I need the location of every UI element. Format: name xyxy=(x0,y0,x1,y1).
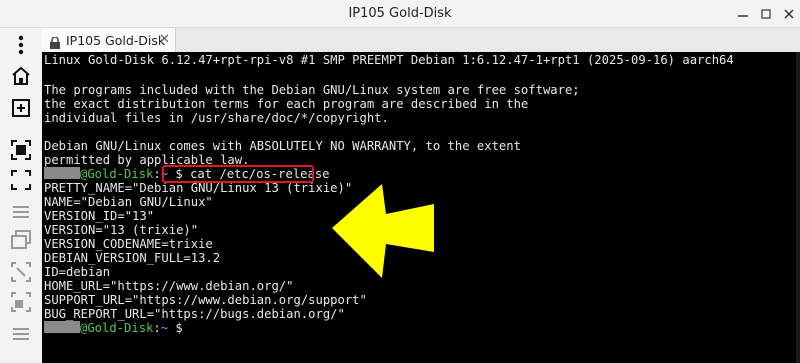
scrollbar[interactable] xyxy=(796,52,800,363)
output-line: VERSION_ID="13" xyxy=(44,209,155,223)
tab-label: IP105 Gold-Disk xyxy=(66,33,166,48)
terminal[interactable]: Linux Gold-Disk 6.12.47+rpt-rpi-v8 #1 SM… xyxy=(42,52,796,363)
tab-ip105-gold-disk[interactable]: IP105 Gold-Disk ✕ xyxy=(42,28,176,52)
output-line: DEBIAN_VERSION_FULL=13.2 xyxy=(44,251,221,265)
terminal-line: the exact distribution terms for each pr… xyxy=(44,97,529,111)
home-icon[interactable] xyxy=(9,64,33,88)
window-title: IP105 Gold-Disk xyxy=(348,6,452,21)
tab-close-icon[interactable]: ✕ xyxy=(159,32,170,47)
prompt-symbol: $ xyxy=(168,321,183,335)
redacted-username xyxy=(44,321,80,333)
title-bar: IP105 Gold-Disk xyxy=(0,0,800,28)
output-line: NAME="Debian GNU/Linux" xyxy=(44,195,213,209)
terminal-line: The programs included with the Debian GN… xyxy=(44,83,580,97)
output-line: VERSION_CODENAME=trixie xyxy=(44,237,213,251)
terminal-line: individual files in /usr/share/doc/*/cop… xyxy=(44,111,389,125)
prompt-host: @Gold-Disk xyxy=(80,321,154,335)
yellow-arrow-annotation xyxy=(332,184,434,278)
split-icon[interactable] xyxy=(9,260,33,284)
shrink-icon[interactable] xyxy=(9,290,33,314)
minimize-icon xyxy=(738,15,748,17)
tab-strip: IP105 Gold-Disk ✕ xyxy=(42,28,800,52)
focus-icon[interactable] xyxy=(9,138,33,162)
output-line: VERSION="13 (trixie)" xyxy=(44,223,199,237)
terminal-line: Debian GNU/Linux comes with ABSOLUTELY N… xyxy=(44,139,521,153)
output-line: HOME_URL="https://www.debian.org/" xyxy=(44,279,294,293)
menu-icon[interactable] xyxy=(9,322,33,346)
duplicate-icon[interactable] xyxy=(9,228,33,252)
prompt-host: @Gold-Disk xyxy=(80,167,154,181)
command-highlight-box xyxy=(162,165,314,183)
prompt-sep: : xyxy=(153,321,161,335)
fullscreen-icon[interactable] xyxy=(9,168,33,192)
output-line: SUPPORT_URL="https://www.debian.org/supp… xyxy=(44,293,367,307)
terminal-line: Linux Gold-Disk 6.12.47+rpt-rpi-v8 #1 SM… xyxy=(44,53,734,67)
maximize-icon xyxy=(761,9,771,19)
list-icon[interactable] xyxy=(9,200,33,224)
command-prompt-line: @Gold-Disk:~ $ xyxy=(44,321,183,335)
close-button[interactable] xyxy=(780,5,798,23)
redacted-username xyxy=(44,167,80,179)
prompt-sep: : xyxy=(153,167,161,181)
prompt-path: ~ xyxy=(160,321,169,335)
sidebar xyxy=(0,28,42,363)
close-icon xyxy=(784,9,794,19)
kebab-menu-icon[interactable] xyxy=(9,33,33,57)
output-line: BUG_REPORT_URL="https://bugs.debian.org/… xyxy=(44,307,345,321)
output-line: PRETTY_NAME="Debian GNU/Linux 13 (trixie… xyxy=(44,181,353,195)
output-line: ID=debian xyxy=(44,265,111,279)
new-tab-icon[interactable] xyxy=(9,96,33,120)
minimize-button[interactable] xyxy=(734,5,752,23)
maximize-button[interactable] xyxy=(757,5,775,23)
terminal-lock-icon xyxy=(49,34,61,53)
